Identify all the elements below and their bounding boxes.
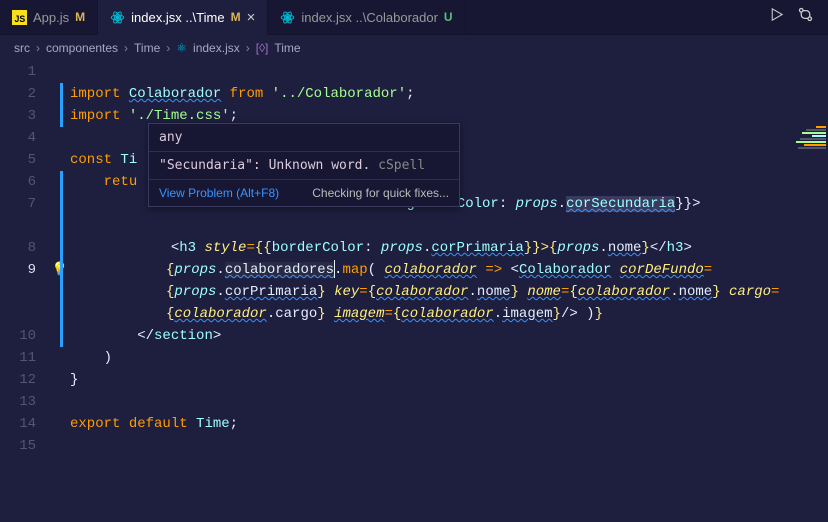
line-gutter: 1 2 3 4 5 6 7 8 9 10 11 12 13 14 15 <box>0 61 50 522</box>
code-line <box>70 391 798 413</box>
code-line: export default Time; <box>70 413 798 435</box>
svg-text:JS: JS <box>15 14 26 24</box>
tab-label: index.jsx ..\Colaborador <box>301 10 438 25</box>
tab-index-colaborador[interactable]: index.jsx ..\Colaborador U <box>268 0 465 35</box>
js-icon: JS <box>12 9 27 25</box>
react-icon <box>280 9 295 25</box>
hover-type: any <box>149 124 459 152</box>
breadcrumb[interactable]: src › componentes › Time › ⚛ index.jsx ›… <box>0 35 828 61</box>
chevron-right-icon: › <box>166 41 170 55</box>
breadcrumb-seg[interactable]: componentes <box>46 41 118 55</box>
chevron-right-icon: › <box>124 41 128 55</box>
code-line <box>70 435 798 457</box>
tab-status: M <box>75 10 85 24</box>
code-line: <h3 style={{borderColor: props.corPrimar… <box>70 237 798 259</box>
code-line: import Colaborador from '../Colaborador'… <box>70 83 798 105</box>
tab-status: M <box>231 10 241 24</box>
code-line: {props.colaboradores.map( colaborador =>… <box>70 259 798 325</box>
modified-indicator <box>60 83 63 127</box>
view-problem-link[interactable]: View Problem (Alt+F8) <box>159 186 279 200</box>
run-icon[interactable] <box>768 6 785 28</box>
react-icon: ⚛ <box>176 41 187 55</box>
hover-actions: View Problem (Alt+F8) Checking for quick… <box>149 180 459 206</box>
minimap[interactable] <box>792 122 828 522</box>
breadcrumb-seg[interactable]: Time <box>274 41 300 55</box>
code-line: ) <box>70 347 798 369</box>
breadcrumb-seg[interactable]: Time <box>134 41 160 55</box>
editor[interactable]: 1 2 3 4 5 6 7 8 9 10 11 12 13 14 15 💡 im… <box>0 61 828 522</box>
chevron-right-icon: › <box>36 41 40 55</box>
git-compare-icon[interactable] <box>797 6 814 28</box>
hover-tooltip: any "Secundaria": Unknown word. cSpell V… <box>148 123 460 207</box>
quick-fix-status: Checking for quick fixes... <box>312 186 449 200</box>
react-icon <box>110 9 125 25</box>
close-icon[interactable]: × <box>247 9 256 26</box>
tab-bar: JS App.js M index.jsx ..\Time M × index.… <box>0 0 828 35</box>
tab-label: App.js <box>33 10 69 25</box>
code-line: </section> <box>70 325 798 347</box>
chevron-right-icon: › <box>246 41 250 55</box>
hover-message: "Secundaria": Unknown word. cSpell <box>149 152 459 180</box>
breadcrumb-seg[interactable]: src <box>14 41 30 55</box>
modified-indicator <box>60 171 63 347</box>
tab-actions <box>754 6 828 28</box>
code-line <box>70 61 798 83</box>
breadcrumb-seg[interactable]: index.jsx <box>193 41 240 55</box>
tab-label: index.jsx ..\Time <box>131 10 224 25</box>
symbol-variable-icon: [◊] <box>256 41 269 55</box>
tab-index-time[interactable]: index.jsx ..\Time M × <box>98 0 268 35</box>
tab-status: U <box>444 10 453 24</box>
tab-app-js[interactable]: JS App.js M <box>0 0 98 35</box>
code-line: } <box>70 369 798 391</box>
